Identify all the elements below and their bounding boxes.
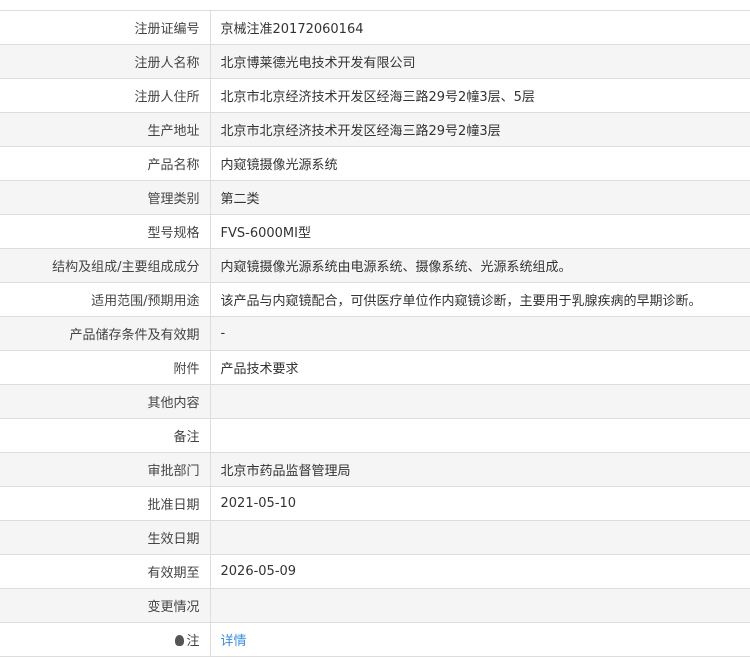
field-label: 型号规格 xyxy=(0,214,211,249)
field-value: 该产品与内窥镜配合，可供医疗单位作内窥镜诊断，主要用于乳腺疾病的早期诊断。 xyxy=(210,282,750,317)
table-row: 注册人名称 北京博莱德光电技术开发有限公司 xyxy=(0,44,750,79)
table-row: 生产地址 北京市北京经济技术开发区经海三路29号2幢3层 xyxy=(0,112,750,147)
table-row: 注册证编号 京械注准20172060164 xyxy=(0,10,750,45)
field-label: 变更情况 xyxy=(0,588,211,623)
field-label: 适用范围/预期用途 xyxy=(0,282,211,317)
field-label: 产品储存条件及有效期 xyxy=(0,316,211,351)
registration-detail-table: 注册证编号 京械注准20172060164 注册人名称 北京博莱德光电技术开发有限公司… xyxy=(0,10,750,657)
field-value: 北京市药品监督管理局 xyxy=(210,452,750,487)
field-value: 北京市北京经济技术开发区经海三路29号2幢3层 xyxy=(210,112,750,147)
field-value: FVS-6000MI型 xyxy=(210,214,750,249)
field-value xyxy=(210,520,750,555)
table-row: 备注 xyxy=(0,418,750,453)
field-label: 批准日期 xyxy=(0,486,211,521)
table-row: 管理类别 第二类 xyxy=(0,180,750,215)
table-row: 变更情况 xyxy=(0,588,750,623)
field-value: 内窥镜摄像光源系统 xyxy=(210,146,750,181)
field-value: 产品技术要求 xyxy=(210,350,750,385)
field-value: 京械注准20172060164 xyxy=(210,10,750,45)
table-row: 产品储存条件及有效期 - xyxy=(0,316,750,351)
field-label: 注册人名称 xyxy=(0,44,211,79)
field-label: 备注 xyxy=(0,418,211,453)
field-label: 管理类别 xyxy=(0,180,211,215)
field-value xyxy=(210,384,750,419)
table-row: 结构及组成/主要组成成分 内窥镜摄像光源系统由电源系统、摄像系统、光源系统组成。 xyxy=(0,248,750,283)
table-row: 附件 产品技术要求 xyxy=(0,350,750,385)
field-label: 生产地址 xyxy=(0,112,211,147)
table-row: 型号规格 FVS-6000MI型 xyxy=(0,214,750,249)
field-label: 结构及组成/主要组成成分 xyxy=(0,248,211,283)
field-label: 有效期至 xyxy=(0,554,211,589)
field-value: 北京博莱德光电技术开发有限公司 xyxy=(210,44,750,79)
table-row: 产品名称 内窥镜摄像光源系统 xyxy=(0,146,750,181)
field-value: - xyxy=(210,316,750,351)
field-value xyxy=(210,588,750,623)
table-row: 适用范围/预期用途 该产品与内窥镜配合，可供医疗单位作内窥镜诊断，主要用于乳腺疾病… xyxy=(0,282,750,317)
table-row: 审批部门 北京市药品监督管理局 xyxy=(0,452,750,487)
lightbulb-icon xyxy=(175,635,185,646)
table-row: 其他内容 xyxy=(0,384,750,419)
field-label: 其他内容 xyxy=(0,384,211,419)
field-value: 2026-05-09 xyxy=(210,554,750,589)
table-row: 注册人住所 北京市北京经济技术开发区经海三路29号2幢3层、5层 xyxy=(0,78,750,113)
field-value xyxy=(210,418,750,453)
field-label: 审批部门 xyxy=(0,452,211,487)
field-label: 注册人住所 xyxy=(0,78,211,113)
note-row: 注 详情 xyxy=(0,622,750,657)
table-row: 生效日期 xyxy=(0,520,750,555)
field-label: 附件 xyxy=(0,350,211,385)
table-row: 有效期至 2026-05-09 xyxy=(0,554,750,589)
field-label: 生效日期 xyxy=(0,520,211,555)
field-value: 第二类 xyxy=(210,180,750,215)
note-label: 注 xyxy=(186,634,200,649)
field-value: 2021-05-10 xyxy=(210,486,750,521)
field-value: 内窥镜摄像光源系统由电源系统、摄像系统、光源系统组成。 xyxy=(210,248,750,283)
field-value: 北京市北京经济技术开发区经海三路29号2幢3层、5层 xyxy=(210,78,750,113)
field-label: 产品名称 xyxy=(0,146,211,181)
details-link[interactable]: 详情 xyxy=(221,634,247,649)
table-row: 批准日期 2021-05-10 xyxy=(0,486,750,521)
field-label: 注册证编号 xyxy=(0,10,211,45)
